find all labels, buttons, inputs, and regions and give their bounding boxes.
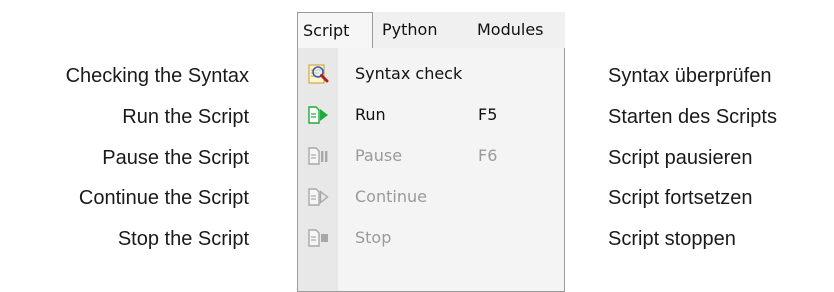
- annotation-de-continue: Script fortsetzen: [608, 187, 753, 209]
- menu-item-label: Continue: [355, 187, 427, 206]
- run-icon: [306, 103, 330, 127]
- continue-icon: [306, 185, 330, 209]
- annotation-en-pause: Pause the Script: [102, 147, 249, 169]
- annotation-en-run: Run the Script: [122, 106, 249, 128]
- menu-item-syntax-check[interactable]: Syntax check: [298, 54, 564, 94]
- annotation-de-pause: Script pausieren: [608, 147, 753, 169]
- menu-bar: Script Python Modules: [297, 12, 565, 49]
- script-dropdown-menu: Syntax check Run F5 Pause F6 Continue St…: [297, 48, 565, 292]
- annotation-de-syntax: Syntax überprüfen: [608, 65, 772, 87]
- syntax-check-icon: [306, 62, 330, 86]
- menu-item-shortcut: F6: [478, 146, 498, 165]
- annotation-en-continue: Continue the Script: [78, 187, 249, 209]
- menu-item-stop[interactable]: Stop: [298, 218, 564, 258]
- stop-icon: [306, 226, 330, 250]
- menu-item-shortcut: F5: [478, 105, 498, 124]
- annotation-en-stop: Stop the Script: [117, 228, 249, 250]
- menu-item-label: Syntax check: [355, 64, 463, 83]
- menu-item-pause[interactable]: Pause F6: [298, 136, 564, 176]
- menu-item-label: Run: [355, 105, 386, 124]
- pause-icon: [306, 144, 330, 168]
- annotation-de-run: Starten des Scripts: [608, 106, 777, 128]
- annotation-en-syntax: Checking the Syntax: [65, 65, 249, 87]
- annotation-de-stop: Script stoppen: [608, 228, 736, 250]
- menu-script[interactable]: Script: [297, 12, 373, 49]
- menu-item-label: Pause: [355, 146, 403, 165]
- menu-item-label: Stop: [355, 228, 392, 247]
- menu-modules[interactable]: Modules: [477, 12, 544, 48]
- menu-item-run[interactable]: Run F5: [298, 95, 564, 135]
- menu-item-continue[interactable]: Continue: [298, 177, 564, 217]
- menu-python[interactable]: Python: [382, 12, 437, 48]
